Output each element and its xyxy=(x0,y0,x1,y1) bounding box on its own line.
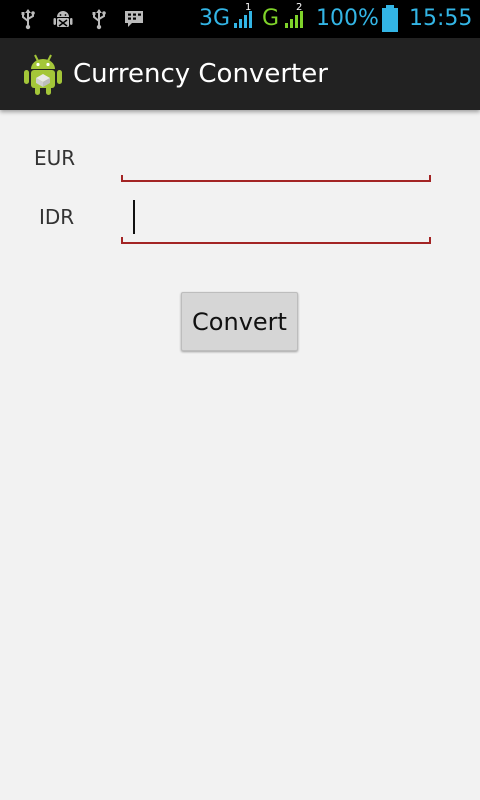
battery-icon xyxy=(382,5,398,32)
signal-strength-1-icon xyxy=(234,11,252,28)
android-debug-icon xyxy=(53,11,73,27)
eur-field[interactable] xyxy=(121,132,431,182)
idr-field[interactable] xyxy=(121,194,431,244)
network-1-label: 3G xyxy=(199,6,231,31)
status-time: 15:55 xyxy=(409,6,473,31)
text-cursor xyxy=(133,200,135,234)
idr-label: IDR xyxy=(39,205,75,229)
android-robot-icon xyxy=(24,54,62,95)
convert-button[interactable]: Convert xyxy=(181,292,298,351)
bbm-chat-icon xyxy=(125,11,143,27)
status-bar: 3G 1 G 2 100% 15:55 xyxy=(0,0,480,38)
signal-strength-2-icon xyxy=(285,11,303,28)
usb-icon xyxy=(92,9,106,30)
eur-label: EUR xyxy=(34,146,76,170)
eur-field-underline xyxy=(121,175,431,182)
idr-field-underline xyxy=(121,237,431,244)
battery-percent: 100% xyxy=(316,6,379,31)
sim-1-indicator: 1 xyxy=(245,2,252,13)
network-2-label: G xyxy=(262,6,280,31)
usb-icon xyxy=(21,9,35,30)
action-bar: Currency Converter xyxy=(0,38,480,110)
sim-2-indicator: 2 xyxy=(296,2,303,13)
app-title: Currency Converter xyxy=(73,59,328,89)
